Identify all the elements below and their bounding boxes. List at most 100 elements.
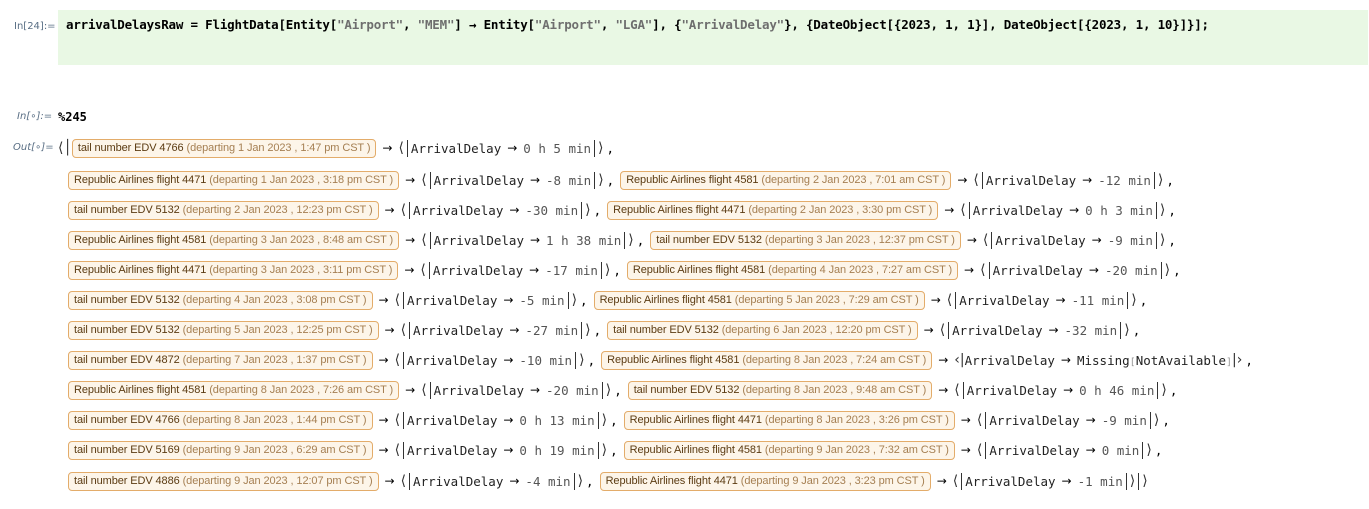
assoc-close: ⟩ xyxy=(1131,292,1137,308)
flight-entity[interactable]: Republic Airlines flight 4581 (departing… xyxy=(68,230,400,250)
departing-word: departing xyxy=(768,233,814,246)
assoc-open: ⟨ xyxy=(398,140,404,156)
flight-entity[interactable]: Republic Airlines flight 4581 (departing… xyxy=(68,380,400,400)
assoc-bar xyxy=(985,411,987,429)
assoc-close: ⟩ xyxy=(585,322,591,338)
departure-date: 8 Jan 2023 , 1:44 pm xyxy=(234,413,336,426)
flight-name: tail number EDV 5132 xyxy=(74,323,180,336)
departure-date: 9 Jan 2023 , 7:32 am xyxy=(816,443,918,456)
assoc-key: ArrivalDelay xyxy=(433,172,524,188)
assoc-key: ArrivalDelay xyxy=(989,442,1080,458)
timezone: CST xyxy=(917,173,939,186)
departing-word: departing xyxy=(768,413,814,426)
flight-entity[interactable]: tail number EDV 5132 (departing 4 Jan 20… xyxy=(68,290,373,310)
flight-entity[interactable]: tail number EDV 4886 (departing 9 Jan 20… xyxy=(68,471,379,491)
departing-word: departing xyxy=(768,443,814,456)
flight-entity[interactable]: Republic Airlines flight 4581 (departing… xyxy=(593,290,925,310)
assoc-arrow: → xyxy=(509,323,520,337)
departure-date: 4 Jan 2023 , 3:08 pm xyxy=(234,293,336,306)
assoc-bar xyxy=(594,171,596,189)
flight-entity[interactable]: tail number EDV 4766 (departing 1 Jan 20… xyxy=(71,138,377,158)
rule-arrow: → xyxy=(964,263,975,277)
flight-entity[interactable]: tail number EDV 5132 (departing 3 Jan 20… xyxy=(650,230,961,250)
flight-name: Republic Airlines flight 4581 xyxy=(74,383,207,396)
association: ⟨ ArrivalDelay → 0 h 13 min ⟩ xyxy=(395,411,607,429)
flight-entity[interactable]: Republic Airlines flight 4581 (departing… xyxy=(623,440,955,460)
code-token: , xyxy=(600,17,616,32)
flight-entity[interactable]: tail number EDV 5132 (departing 6 Jan 20… xyxy=(607,320,918,340)
association: ⟨ ArrivalDelay → -10 min ⟩ xyxy=(395,351,585,369)
assoc-arrow: → xyxy=(529,383,541,397)
rule-arrow: → xyxy=(378,443,389,457)
flight-name: tail number EDV 4766 xyxy=(77,141,184,154)
flight-name: Republic Airlines flight 4581 xyxy=(607,353,740,366)
flight-entity[interactable]: Republic Airlines flight 4581 (departing… xyxy=(626,260,959,280)
flight-entity[interactable]: tail number EDV 4872 (departing 7 Jan 20… xyxy=(68,350,373,370)
delay-value: 0 min xyxy=(1101,442,1140,458)
assoc-open: ⟨ xyxy=(394,442,401,458)
assoc-key: ArrivalDelay xyxy=(433,232,524,248)
departure-info: (departing 8 Jan 2023 , 7:24 am CST ) xyxy=(742,353,927,366)
flight-entity[interactable]: tail number EDV 5169 (departing 9 Jan 20… xyxy=(68,440,373,460)
flight-entity[interactable]: Republic Airlines flight 4471 (departing… xyxy=(68,260,399,280)
association: ⟨ ArrivalDelay → -1 min ⟩ xyxy=(952,472,1135,490)
input-code[interactable]: arrivalDelaysRaw = FlightData[Entity["Ai… xyxy=(66,17,1209,32)
assoc-bar xyxy=(403,411,405,429)
output-line: tail number EDV 4872 (departing 7 Jan 20… xyxy=(68,349,1259,371)
separator-comma: , xyxy=(610,442,618,458)
input-cell[interactable]: arrivalDelaysRaw = FlightData[Entity["Ai… xyxy=(58,10,1368,65)
delay-value: 1 h 38 min xyxy=(546,232,622,248)
flight-entity[interactable]: Republic Airlines flight 4471 (departing… xyxy=(623,410,955,430)
assoc-open: ⟨ xyxy=(939,322,946,338)
assoc-bar xyxy=(406,139,408,157)
assoc-open: ⟨ xyxy=(400,473,407,489)
departure-info: (departing 4 Jan 2023 , 3:08 pm CST ) xyxy=(182,293,367,306)
departure-date: 8 Jan 2023 , 3:26 pm xyxy=(816,413,918,426)
delay-value: 0 h 3 min xyxy=(1085,202,1153,218)
assoc-key: ArrivalDelay xyxy=(413,322,504,338)
departing-word: departing xyxy=(725,323,771,336)
code-token: ], { xyxy=(652,17,682,32)
assoc-bar xyxy=(573,472,575,490)
departure-info: (departing 1 Jan 2023 , 1:47 pm CST ) xyxy=(186,141,371,154)
delay-value: -4 min xyxy=(525,473,571,489)
association: ⟨ ArrivalDelay → -4 min ⟩ xyxy=(400,472,583,490)
departure-info: (departing 2 Jan 2023 , 12:23 pm CST ) xyxy=(182,203,373,216)
delay-value: -9 min xyxy=(1101,412,1147,428)
flight-entity[interactable]: Republic Airlines flight 4581 (departing… xyxy=(620,170,952,190)
departure-info: (departing 9 Jan 2023 , 6:29 am CST ) xyxy=(182,443,367,456)
flight-name: tail number EDV 5132 xyxy=(656,233,762,246)
assoc-bar xyxy=(1125,472,1127,490)
association: ⟨ ArrivalDelay → 0 h 19 min ⟩ xyxy=(394,441,607,459)
flight-entity[interactable]: Republic Airlines flight 4471 (departing… xyxy=(68,170,400,190)
departing-word: departing xyxy=(212,263,258,276)
assoc-arrow: → xyxy=(509,203,520,217)
departure-info: (departing 4 Jan 2023 , 7:27 am CST ) xyxy=(768,263,953,276)
assoc-key: ArrivalDelay xyxy=(413,473,504,489)
flight-entity[interactable]: Republic Airlines flight 4471 (departing… xyxy=(599,471,931,491)
flight-entity[interactable]: Republic Airlines flight 4471 (departing… xyxy=(607,200,939,220)
assoc-arrow: → xyxy=(507,141,518,155)
code-token: arrivalDelaysRaw = FlightData[Entity[ xyxy=(66,17,338,32)
departing-word: departing xyxy=(186,203,232,216)
assoc-open: ⟨ xyxy=(952,473,959,489)
assoc-arrow: → xyxy=(503,353,514,367)
assoc-key: ArrivalDelay xyxy=(407,442,498,458)
rule-arrow: → xyxy=(378,353,389,367)
assoc-arrow: → xyxy=(509,474,520,488)
assoc-bar xyxy=(409,321,411,339)
output-line: tail number EDV 5132 (departing 5 Jan 20… xyxy=(68,319,1146,341)
flight-entity[interactable]: Republic Airlines flight 4581 (departing… xyxy=(601,350,933,370)
assoc-bar xyxy=(597,411,599,429)
assoc-close: ⟩ xyxy=(1124,322,1130,338)
input2-code[interactable]: %245 xyxy=(58,110,87,124)
assoc-close: ⟩ xyxy=(604,262,611,278)
flight-entity[interactable]: tail number EDV 5132 (departing 5 Jan 20… xyxy=(68,320,379,340)
flight-entity[interactable]: tail number EDV 4766 (departing 8 Jan 20… xyxy=(68,410,373,430)
departure-date: 1 Jan 2023 , 3:18 pm xyxy=(260,173,363,186)
departure-date: 2 Jan 2023 , 3:30 pm xyxy=(799,203,902,216)
separator-comma: , xyxy=(1169,382,1178,398)
flight-entity[interactable]: tail number EDV 5132 (departing 8 Jan 20… xyxy=(627,380,933,400)
assoc-key: ArrivalDelay xyxy=(959,292,1050,308)
flight-entity[interactable]: tail number EDV 5132 (departing 2 Jan 20… xyxy=(68,200,379,220)
